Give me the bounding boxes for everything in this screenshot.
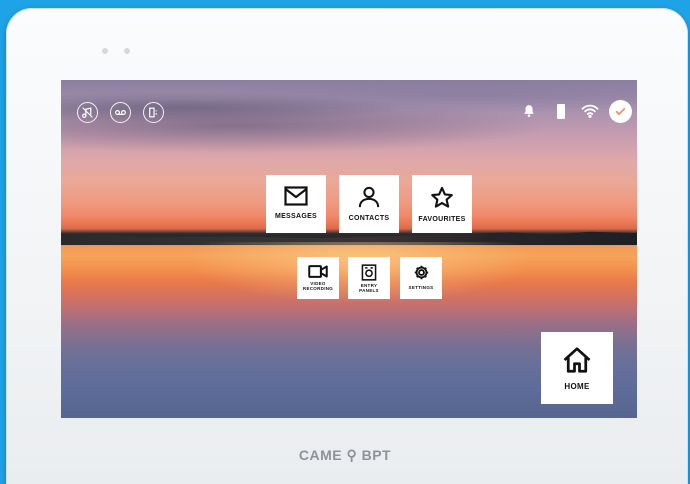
light-sensor (124, 48, 130, 54)
voicemail-icon[interactable] (110, 102, 131, 123)
bell-icon[interactable] (521, 102, 537, 120)
intercom-device: MESSAGES CONTACTS FAVOURITES VIDEO RECOR… (6, 8, 688, 484)
home-label: HOME (564, 382, 590, 391)
video-recording-tile[interactable]: VIDEO RECORDING (297, 257, 339, 299)
check-circle-icon[interactable] (609, 100, 632, 123)
video-recording-label-line2: RECORDING (302, 285, 334, 291)
envelope-icon (284, 186, 308, 206)
door-lock-icon[interactable] (143, 102, 164, 123)
settings-label: SETTINGS (408, 285, 434, 291)
wifi-icon[interactable] (579, 102, 601, 120)
contacts-label: CONTACTS (348, 215, 390, 222)
favourites-label: FAVOURITES (418, 216, 466, 223)
settings-tile[interactable]: SETTINGS (400, 257, 442, 299)
gear-icon (414, 265, 428, 280)
messages-tile[interactable]: MESSAGES (266, 175, 326, 233)
contacts-tile[interactable]: CONTACTS (339, 175, 399, 233)
video-camera-icon (308, 265, 328, 278)
touch-screen: MESSAGES CONTACTS FAVOURITES VIDEO RECOR… (61, 80, 637, 418)
entry-panels-tile[interactable]: ENTRY PANELS (348, 257, 390, 299)
entry-panel-icon (361, 264, 377, 281)
person-icon (358, 186, 380, 208)
door-icon[interactable] (555, 102, 567, 120)
favourites-tile[interactable]: FAVOURITES (412, 175, 472, 233)
home-icon (563, 347, 591, 373)
brand-logo: CAME ⚲ BPT (298, 447, 392, 463)
proximity-sensor (102, 48, 108, 54)
wallpaper-treeline (61, 231, 637, 245)
star-icon (431, 186, 453, 208)
messages-label: MESSAGES (274, 213, 318, 220)
audio-mute-icon[interactable] (77, 102, 98, 123)
settings-label-line1: SETTINGS (408, 285, 434, 290)
home-tile[interactable]: HOME (541, 332, 613, 404)
entry-panels-label: ENTRY PANELS (359, 283, 379, 293)
entry-panels-label-line2: PANELS (359, 287, 379, 293)
video-recording-label: VIDEO RECORDING (302, 281, 334, 291)
